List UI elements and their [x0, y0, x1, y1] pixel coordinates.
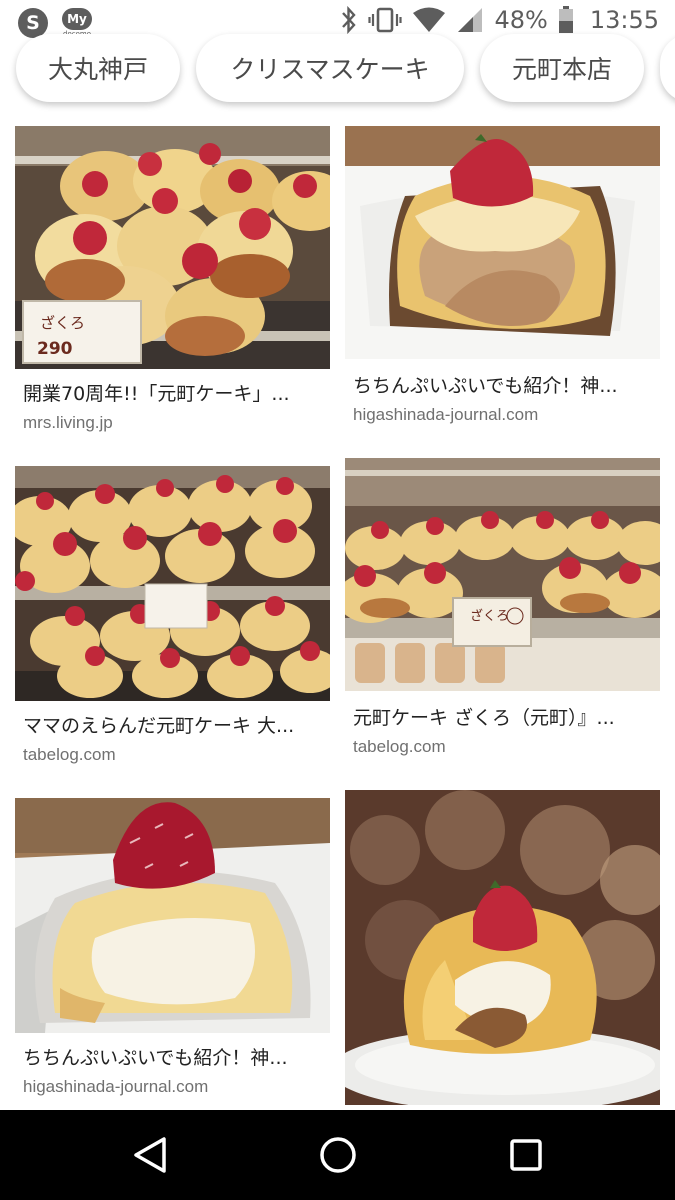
recents-button[interactable] [506, 1135, 546, 1175]
home-button[interactable] [318, 1135, 358, 1175]
back-triangle-icon [134, 1137, 166, 1173]
result-source: higashinada-journal.com [23, 1077, 209, 1096]
result-title[interactable]: ちちんぷいぷいでも紹介！神... [353, 371, 653, 398]
result-source: mrs.living.jp [23, 413, 113, 432]
chip-christmas-cake[interactable]: クリスマスケーキ [196, 34, 464, 102]
thumb-label: ざくろ [40, 314, 85, 332]
result-card[interactable]: ちちんぷいぷいでも紹介！神... higashinada-journal.com [15, 798, 330, 1103]
result-title[interactable]: 開業70周年!!「元町ケーキ」... [23, 379, 323, 406]
result-card[interactable]: ちちんぷいぷいでも紹介！神... higashinada-journal.com [345, 126, 660, 446]
chip-more[interactable] [660, 34, 675, 102]
thumb-price: 290 [37, 339, 73, 359]
result-image[interactable]: ざくろ 290 [15, 126, 330, 369]
result-source: tabelog.com [353, 737, 446, 756]
thumb-label: ざくろ [470, 608, 509, 624]
result-card[interactable]: ざくろ 元町ケーキ ざくろ（元町）』... tabelog.com [345, 458, 660, 778]
system-nav-bar [0, 1110, 675, 1200]
result-title[interactable]: 元町ケーキ ざくろ（元町）』... [353, 703, 653, 730]
result-image[interactable] [15, 798, 330, 1033]
my-docomo-bubble: My [62, 8, 92, 30]
chip-daimaru-kobe[interactable]: 大丸神戸 [16, 34, 180, 102]
result-title[interactable]: ちちんぷいぷいでも紹介！神... [23, 1043, 323, 1070]
suggestion-chips: 大丸神戸 クリスマスケーキ 元町本店 [0, 30, 675, 112]
result-source: higashinada-journal.com [353, 405, 539, 424]
result-image[interactable] [15, 466, 330, 701]
result-image[interactable] [345, 126, 660, 359]
result-card[interactable]: ざくろ 290 開業70周年!!「元町ケーキ」... mrs.living.jp [15, 126, 330, 446]
result-card[interactable]: ママのえらんだ元町ケーキ 大... tabelog.com [15, 466, 330, 786]
home-circle-icon [320, 1137, 356, 1173]
result-image[interactable] [345, 790, 660, 1105]
chip-motomachi-honten[interactable]: 元町本店 [480, 34, 644, 102]
result-image[interactable]: ざくろ [345, 458, 660, 691]
result-source: tabelog.com [23, 745, 116, 764]
result-title[interactable]: ママのえらんだ元町ケーキ 大... [23, 711, 323, 738]
result-card[interactable] [345, 790, 660, 1105]
recents-square-icon [510, 1139, 542, 1171]
back-button[interactable] [130, 1135, 170, 1175]
